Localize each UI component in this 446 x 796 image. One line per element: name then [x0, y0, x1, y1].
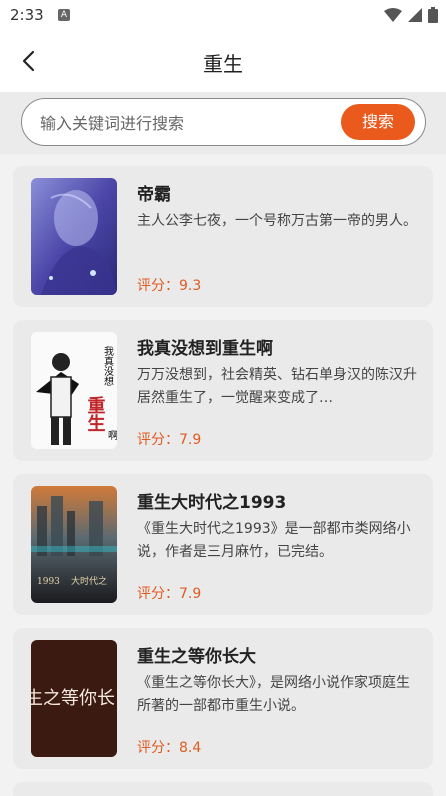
book-title: 重生大时代之1993: [137, 493, 287, 513]
book-card[interactable]: 生之等你长 重生之等你长大 《重生之等你长大》，是网络小说作家项庭生所著的一部都…: [13, 628, 433, 769]
search-button[interactable]: 搜索: [341, 104, 415, 140]
cover-main-text: 重生: [85, 395, 106, 432]
book-card[interactable]: 帝霸 主人公李七夜，一个号称万古第一帝的男人。 评分：9.3: [13, 166, 433, 307]
search-box: 搜索: [21, 98, 426, 146]
book-cover-image: 1993 大时代之: [31, 486, 117, 603]
book-title: 帝霸: [137, 185, 171, 205]
book-score: 评分：8.4: [137, 740, 202, 756]
battery-icon: [428, 7, 438, 23]
app-header: 重生: [0, 30, 446, 92]
status-time: 2:33: [10, 6, 44, 24]
book-cover-image: 生之等你长: [31, 640, 117, 757]
cover-side-text: 啊: [106, 430, 118, 441]
book-description: 主人公李七夜，一个号称万古第一帝的男人。: [137, 213, 417, 229]
book-title: 我真没想到重生啊: [137, 339, 273, 359]
page-title: 重生: [203, 52, 243, 76]
book-score: 评分：7.9: [137, 432, 202, 448]
book-cover-image: [31, 178, 117, 295]
accessibility-icon: A: [58, 9, 70, 21]
book-cover-image: 我真没想 重生 啊: [31, 332, 117, 449]
signal-icon: [408, 8, 422, 22]
cover-year-text: 1993: [37, 577, 60, 587]
wifi-icon: [384, 8, 402, 22]
status-bar: 2:33 A: [0, 0, 446, 30]
status-icons: [384, 7, 438, 23]
book-title: 重生之等你长大: [137, 647, 256, 667]
cover-sub-text: 大时代之: [71, 575, 107, 587]
search-bar: 搜索: [0, 92, 446, 154]
book-card[interactable]: 我真没想 重生 啊 我真没想到重生啊 万万没想到，社会精英、钻石单身汉的陈汉升居…: [13, 320, 433, 461]
book-card[interactable]: [13, 782, 433, 796]
book-description: 《重生大时代之1993》是一部都市类网络小说，作者是三月麻竹，已完结。: [137, 521, 411, 560]
book-description: 《重生之等你长大》，是网络小说作家项庭生所著的一部都市重生小说。: [137, 675, 410, 714]
cover-vertical-text: 我真没想: [102, 346, 114, 386]
book-description: 万万没想到，社会精英、钻石单身汉的陈汉升居然重生了，一觉醒来变成了…: [137, 367, 417, 406]
book-score: 评分：9.3: [137, 278, 202, 294]
search-input[interactable]: [38, 109, 332, 137]
book-card[interactable]: 1993 大时代之 重生大时代之1993 《重生大时代之1993》是一部都市类网…: [13, 474, 433, 615]
book-score: 评分：7.9: [137, 586, 202, 602]
cover-main-text: 生之等你长: [31, 688, 115, 709]
